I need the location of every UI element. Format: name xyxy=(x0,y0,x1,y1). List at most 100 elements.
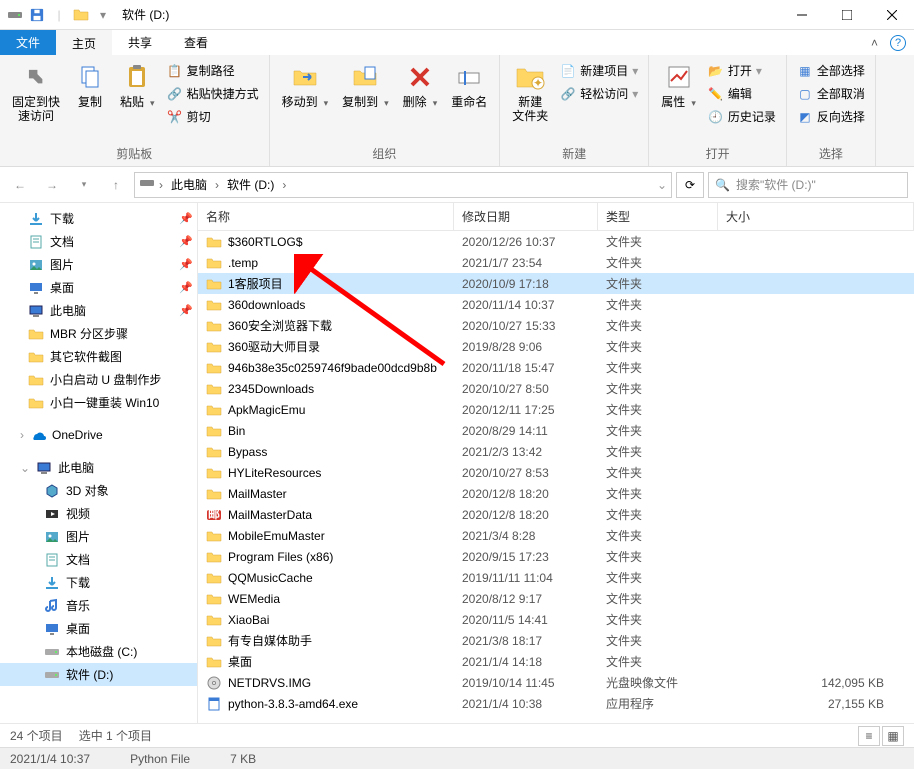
copy-path-button[interactable]: 📋复制路径 xyxy=(163,59,263,82)
tab-share[interactable]: 共享 xyxy=(112,30,168,55)
file-date: 2020/12/26 10:37 xyxy=(454,235,598,249)
sidebar-item[interactable]: 其它软件截图 xyxy=(0,345,197,368)
view-details-button[interactable]: ≡ xyxy=(858,726,880,746)
refresh-button[interactable]: ⟳ xyxy=(676,172,704,198)
sidebar-item[interactable]: 小白启动 U 盘制作步 xyxy=(0,368,197,391)
search-input[interactable]: 🔍 搜索"软件 (D:)" xyxy=(708,172,908,198)
properties-button[interactable]: 属性 xyxy=(655,57,702,113)
sidebar-item[interactable]: 此电脑📌 xyxy=(0,299,197,322)
sidebar-item[interactable]: 3D 对象 xyxy=(0,479,197,502)
edit-button[interactable]: ✏️编辑 xyxy=(704,82,780,105)
pin-to-quick-access-button[interactable]: 固定到快 速访问 xyxy=(6,57,66,128)
sidebar-item[interactable]: 下载 xyxy=(0,571,197,594)
minimize-button[interactable] xyxy=(779,0,824,30)
breadcrumb-sep[interactable]: › xyxy=(213,178,221,192)
sidebar-thispc[interactable]: ⌄此电脑 xyxy=(0,456,197,479)
delete-button[interactable]: 删除 xyxy=(397,57,444,113)
qat-dropdown[interactable]: ▾ xyxy=(94,6,112,24)
breadcrumb-sep[interactable]: › xyxy=(157,178,165,192)
file-row[interactable]: $360RTLOG$2020/12/26 10:37文件夹 xyxy=(198,231,914,252)
file-row[interactable]: ApkMagicEmu2020/12/11 17:25文件夹 xyxy=(198,399,914,420)
forward-button[interactable]: → xyxy=(38,171,66,199)
close-button[interactable] xyxy=(869,0,914,30)
file-row[interactable]: 桌面2021/1/4 14:18文件夹 xyxy=(198,651,914,672)
sidebar-item[interactable]: 下载📌 xyxy=(0,207,197,230)
sidebar-item[interactable]: 图片📌 xyxy=(0,253,197,276)
maximize-button[interactable] xyxy=(824,0,869,30)
sidebar-item[interactable]: 视频 xyxy=(0,502,197,525)
file-row[interactable]: HYLiteResources2020/10/27 8:53文件夹 xyxy=(198,462,914,483)
file-row[interactable]: 360安全浏览器下载2020/10/27 15:33文件夹 xyxy=(198,315,914,336)
save-icon[interactable] xyxy=(28,6,46,24)
tab-home[interactable]: 主页 xyxy=(56,30,112,55)
sidebar-item[interactable]: 桌面 xyxy=(0,617,197,640)
paste-shortcut-button[interactable]: 🔗粘贴快捷方式 xyxy=(163,82,263,105)
column-name[interactable]: 名称 xyxy=(198,203,454,230)
tab-file[interactable]: 文件 xyxy=(0,30,56,55)
easy-access-button[interactable]: 🔗轻松访问▾ xyxy=(556,82,642,105)
sidebar-item[interactable]: MBR 分区步骤 xyxy=(0,322,197,345)
breadcrumb-sep[interactable]: › xyxy=(280,178,288,192)
breadcrumb-dropdown[interactable]: ⌄ xyxy=(657,178,667,192)
file-row[interactable]: WEMedia2020/8/12 9:17文件夹 xyxy=(198,588,914,609)
back-button[interactable]: ← xyxy=(6,171,34,199)
file-row[interactable]: 邮MailMasterData2020/12/8 18:20文件夹 xyxy=(198,504,914,525)
sidebar-onedrive[interactable]: ›OneDrive xyxy=(0,424,197,446)
file-row[interactable]: 2345Downloads2020/10/27 8:50文件夹 xyxy=(198,378,914,399)
copy-to-button[interactable]: 复制到 xyxy=(336,57,395,113)
file-rows[interactable]: $360RTLOG$2020/12/26 10:37文件夹.temp2021/1… xyxy=(198,231,914,723)
file-row[interactable]: XiaoBai2020/11/5 14:41文件夹 xyxy=(198,609,914,630)
sidebar-item-label: 音乐 xyxy=(66,597,90,614)
column-size[interactable]: 大小 xyxy=(718,203,914,230)
view-icons-button[interactable]: ▦ xyxy=(882,726,904,746)
sidebar-item[interactable]: 文档 xyxy=(0,548,197,571)
tab-view[interactable]: 查看 xyxy=(168,30,224,55)
file-row[interactable]: 946b38e35c0259746f9bade00dcd9b8b2020/11/… xyxy=(198,357,914,378)
file-row[interactable]: 360驱动大师目录2019/8/28 9:06文件夹 xyxy=(198,336,914,357)
help-icon[interactable]: ? xyxy=(890,35,906,51)
copy-button[interactable]: 复制 xyxy=(68,57,112,113)
folder-icon xyxy=(206,255,222,271)
recent-dropdown[interactable]: ▾ xyxy=(70,171,98,199)
breadcrumb[interactable]: › 此电脑 › 软件 (D:) › ⌄ xyxy=(134,172,672,198)
file-row[interactable]: Bypass2021/2/3 13:42文件夹 xyxy=(198,441,914,462)
file-row[interactable]: Bin2020/8/29 14:11文件夹 xyxy=(198,420,914,441)
column-date[interactable]: 修改日期 xyxy=(454,203,598,230)
file-row[interactable]: MobileEmuMaster2021/3/4 8:28文件夹 xyxy=(198,525,914,546)
file-row[interactable]: 有专自媒体助手2021/3/8 18:17文件夹 xyxy=(198,630,914,651)
file-row[interactable]: 1客服项目2020/10/9 17:18文件夹 xyxy=(198,273,914,294)
invert-selection-button[interactable]: ◩反向选择 xyxy=(793,105,869,128)
drive-icon xyxy=(44,644,60,660)
cut-button[interactable]: ✂️剪切 xyxy=(163,105,263,128)
sidebar-item[interactable]: 本地磁盘 (C:) xyxy=(0,640,197,663)
column-type[interactable]: 类型 xyxy=(598,203,718,230)
sidebar-item[interactable]: 软件 (D:) xyxy=(0,663,197,686)
rename-button[interactable]: 重命名 xyxy=(445,57,493,113)
sidebar-item[interactable]: 音乐 xyxy=(0,594,197,617)
select-none-button[interactable]: ▢全部取消 xyxy=(793,82,869,105)
file-row[interactable]: .temp2021/1/7 23:54文件夹 xyxy=(198,252,914,273)
new-folder-button[interactable]: ✦ 新建 文件夹 xyxy=(506,57,554,128)
file-row[interactable]: Program Files (x86)2020/9/15 17:23文件夹 xyxy=(198,546,914,567)
navigation-pane[interactable]: 下载📌文档📌图片📌桌面📌此电脑📌MBR 分区步骤其它软件截图小白启动 U 盘制作… xyxy=(0,203,198,723)
breadcrumb-root[interactable]: 此电脑 xyxy=(167,176,211,193)
file-row[interactable]: MailMaster2020/12/8 18:20文件夹 xyxy=(198,483,914,504)
new-item-button[interactable]: 📄新建项目▾ xyxy=(556,59,642,82)
ribbon-collapse-icon[interactable]: ˄ xyxy=(871,36,878,50)
sidebar-item[interactable]: 文档📌 xyxy=(0,230,197,253)
move-to-button[interactable]: 移动到 xyxy=(276,57,335,113)
file-type: 文件夹 xyxy=(598,506,718,523)
file-row[interactable]: NETDRVS.IMG2019/10/14 11:45光盘映像文件142,095… xyxy=(198,672,914,693)
file-row[interactable]: python-3.8.3-amd64.exe2021/1/4 10:38应用程序… xyxy=(198,693,914,714)
file-row[interactable]: 360downloads2020/11/14 10:37文件夹 xyxy=(198,294,914,315)
select-all-button[interactable]: ▦全部选择 xyxy=(793,59,869,82)
history-button[interactable]: 🕘历史记录 xyxy=(704,105,780,128)
sidebar-item[interactable]: 小白一键重装 Win10 xyxy=(0,391,197,414)
open-button[interactable]: 📂打开▾ xyxy=(704,59,780,82)
file-row[interactable]: QQMusicCache2019/11/11 11:04文件夹 xyxy=(198,567,914,588)
sidebar-item[interactable]: 图片 xyxy=(0,525,197,548)
up-button[interactable]: ↑ xyxy=(102,171,130,199)
sidebar-item[interactable]: 桌面📌 xyxy=(0,276,197,299)
breadcrumb-drive[interactable]: 软件 (D:) xyxy=(223,176,278,193)
paste-button[interactable]: 粘贴 xyxy=(114,57,161,113)
